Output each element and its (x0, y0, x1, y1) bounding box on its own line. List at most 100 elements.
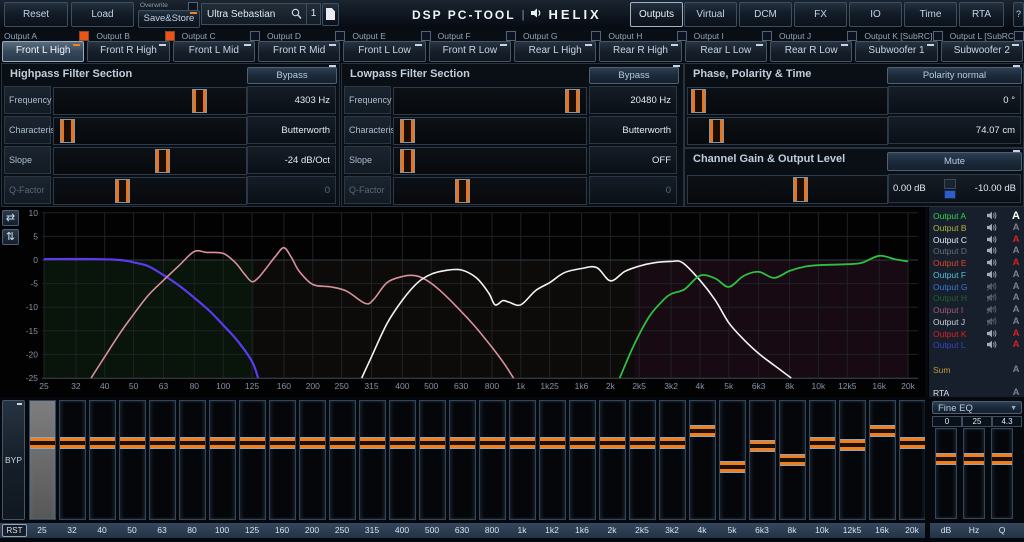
channel-tab-subwoofer-2[interactable]: Subwoofer 2 (941, 41, 1023, 62)
highpass-characteristic-slider[interactable] (53, 117, 247, 145)
channel-link-checkbox-i[interactable] (677, 31, 687, 41)
chart-canvas[interactable]: 1050-5-10-15-20-252532405063801001251602… (0, 207, 925, 397)
speaker-muted-icon[interactable] (986, 293, 997, 304)
eq-band-400-slider[interactable] (389, 400, 416, 520)
channel-link-checkbox-l[interactable] (933, 31, 943, 41)
speaker-icon[interactable] (986, 235, 997, 246)
slider-handle[interactable] (155, 149, 170, 173)
eq-band-315-slider[interactable] (359, 400, 386, 520)
frequency-response-chart[interactable]: 1050-5-10-15-20-252532405063801001251602… (0, 207, 925, 397)
channel-a-badge[interactable]: A (1009, 281, 1023, 292)
eq-band-10k-slider[interactable] (809, 400, 836, 520)
eq-band-handle[interactable] (570, 437, 595, 449)
channel-link-checkbox-d[interactable] (250, 31, 260, 41)
speaker-icon[interactable] (986, 211, 997, 222)
channel-a-badge[interactable]: A (1009, 234, 1023, 245)
fine-eq-db-slider[interactable] (935, 428, 957, 519)
speaker-icon[interactable] (986, 270, 997, 281)
slider-handle[interactable] (455, 179, 470, 203)
eq-bypass-button[interactable]: BYP (2, 400, 25, 520)
highpass-bypass-button[interactable]: Bypass (247, 67, 337, 84)
channel-a-badge[interactable]: A (1009, 222, 1023, 233)
eq-band-25-slider[interactable] (29, 400, 56, 520)
channel-link-checkbox-g[interactable] (506, 31, 516, 41)
eq-band-1k-slider[interactable] (509, 400, 536, 520)
highpass-frequency-slider[interactable] (53, 87, 247, 115)
eq-band-handle[interactable] (60, 437, 85, 449)
channel-a-badge[interactable]: A (1009, 364, 1023, 375)
channel-tab-front-l-high[interactable]: Front L High (2, 41, 84, 62)
eq-band-2k-slider[interactable] (599, 400, 626, 520)
slider-handle[interactable] (400, 119, 415, 143)
channel-a-badge[interactable]: A (1009, 328, 1023, 339)
nav-time-button[interactable]: Time (904, 2, 957, 27)
channel-link-checkbox-end[interactable] (1014, 31, 1024, 41)
eq-band-handle[interactable] (450, 437, 475, 449)
legend-row-sum[interactable]: SumA (929, 365, 1024, 376)
phase-phaseangle-slider[interactable] (687, 87, 888, 115)
nav-outputs-button[interactable]: Outputs (630, 2, 683, 27)
eq-band-handle[interactable] (330, 437, 355, 449)
eq-band-handle[interactable] (270, 437, 295, 449)
fine-eq-hz-slider[interactable] (963, 428, 985, 519)
horizontal-zoom-button[interactable]: ⇄ (2, 210, 19, 226)
eq-band-handle[interactable] (900, 437, 925, 449)
eq-band-handle[interactable] (720, 461, 745, 473)
slider-handle[interactable] (400, 149, 415, 173)
load-button[interactable]: Load (71, 2, 134, 27)
nav-io-button[interactable]: IO (849, 2, 902, 27)
legend-row-output-a[interactable]: Output AA (929, 211, 1024, 222)
eq-band-40-slider[interactable] (89, 400, 116, 520)
channel-tab-rear-r-high[interactable]: Rear R High (599, 41, 681, 62)
eq-band-63-slider[interactable] (149, 400, 176, 520)
eq-band-630-slider[interactable] (449, 400, 476, 520)
eq-band-handle[interactable] (510, 437, 535, 449)
eq-band-1k2-slider[interactable] (539, 400, 566, 520)
slider-handle[interactable] (793, 177, 808, 202)
eq-band-handle[interactable] (600, 437, 625, 449)
eq-band-handle[interactable] (180, 437, 205, 449)
eq-band-20k-slider[interactable] (899, 400, 926, 520)
eq-band-50-slider[interactable] (119, 400, 146, 520)
nav-rta-button[interactable]: RTA (959, 2, 1004, 27)
eq-band-handle[interactable] (120, 437, 145, 449)
eq-band-handle[interactable] (840, 439, 865, 451)
reset-button[interactable]: Reset (4, 2, 68, 27)
slider-handle[interactable] (709, 119, 724, 143)
channel-tab-rear-l-high[interactable]: Rear L High (514, 41, 596, 62)
speaker-icon[interactable] (986, 246, 997, 257)
eq-band-handle[interactable] (630, 437, 655, 449)
channel-tab-front-r-low[interactable]: Front R Low (429, 41, 511, 62)
channel-tab-front-l-low[interactable]: Front L Low (343, 41, 425, 62)
channel-link-checkbox-e[interactable] (335, 31, 345, 41)
channel-a-badge[interactable]: A (1009, 316, 1023, 327)
eq-band-handle[interactable] (240, 437, 265, 449)
fine-eq-dropdown[interactable]: Fine EQ ▼ (932, 401, 1022, 414)
slider-handle[interactable] (115, 179, 130, 203)
nav-dcm-button[interactable]: DCM (739, 2, 792, 27)
preset-number[interactable]: 1 (306, 3, 321, 25)
eq-band-8k-slider[interactable] (779, 400, 806, 520)
legend-row-output-k[interactable]: Output KA (929, 329, 1024, 340)
channel-tab-rear-r-low[interactable]: Rear R Low (770, 41, 852, 62)
eq-band-5k-slider[interactable] (719, 400, 746, 520)
channel-a-badge[interactable]: A (1009, 292, 1023, 303)
slider-handle[interactable] (60, 119, 75, 143)
slider-handle[interactable] (691, 89, 706, 113)
channel-link-checkbox-k[interactable] (847, 31, 857, 41)
channel-link-checkbox-h[interactable] (591, 31, 601, 41)
highpass-slope-slider[interactable] (53, 147, 247, 175)
gain-slider[interactable] (687, 175, 888, 204)
eq-band-handle[interactable] (870, 425, 895, 437)
eq-band-125-slider[interactable] (239, 400, 266, 520)
highpass-qfactor-slider[interactable] (53, 177, 247, 205)
eq-band-32-slider[interactable] (59, 400, 86, 520)
eq-band-handle[interactable] (210, 437, 235, 449)
polarity-button[interactable]: Polarity normal (887, 67, 1022, 84)
lowpass-characteristic-slider[interactable] (393, 117, 587, 145)
vertical-zoom-button[interactable]: ⇅ (2, 229, 19, 245)
eq-band-handle[interactable] (30, 437, 55, 449)
save-store-button[interactable]: Save&Store (138, 10, 200, 28)
eq-band-80-slider[interactable] (179, 400, 206, 520)
eq-reset-button[interactable]: RST (2, 524, 27, 537)
